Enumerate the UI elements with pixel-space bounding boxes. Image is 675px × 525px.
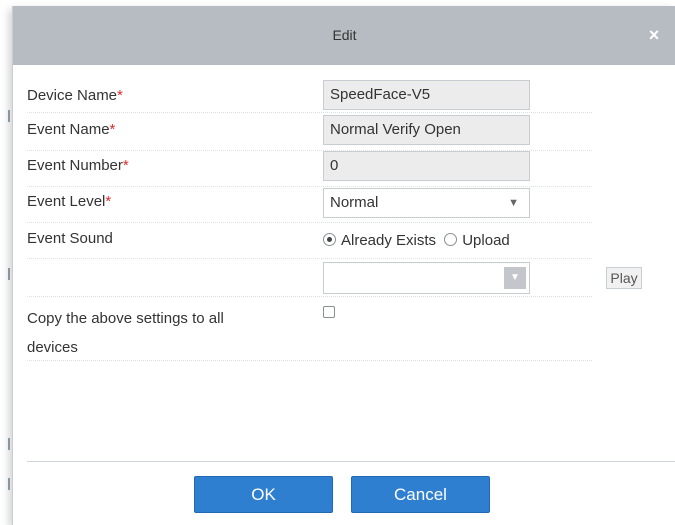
radio-upload-label: Upload — [462, 232, 510, 249]
event-level-label: Event Level* — [27, 193, 111, 210]
dialog-title: Edit — [332, 27, 357, 43]
background-tick — [8, 110, 10, 122]
dialog-titlebar: Edit × — [13, 6, 675, 65]
background-tick — [8, 268, 10, 280]
event-number-field[interactable]: 0 — [323, 151, 530, 181]
copy-settings-label-line1: Copy the above settings to all — [27, 310, 224, 327]
event-sound-radio-group: Already Exists Upload — [323, 229, 514, 253]
required-mark: * — [109, 121, 116, 138]
event-number-label-text: Event Number — [27, 157, 123, 174]
event-level-value: Normal — [330, 194, 379, 211]
event-sound-label: Event Sound — [27, 230, 113, 247]
required-mark: * — [117, 87, 123, 104]
close-icon[interactable]: × — [646, 26, 662, 44]
sound-file-select[interactable]: ▼ — [323, 262, 530, 294]
copy-settings-label: Copy the above settings to all devices — [27, 304, 224, 362]
copy-settings-checkbox[interactable] — [323, 306, 335, 318]
chevron-down-icon: ▼ — [508, 197, 519, 209]
chevron-down-icon: ▼ — [504, 267, 526, 289]
event-name-label: Event Name* — [27, 121, 115, 138]
event-number-label: Event Number* — [27, 157, 129, 174]
radio-unchecked-icon — [444, 233, 458, 246]
device-name-label-text: Device Name — [27, 87, 118, 104]
radio-already-exists-label: Already Exists — [341, 232, 437, 249]
event-level-label-text: Event Level — [27, 193, 106, 210]
cancel-button[interactable]: Cancel — [351, 476, 490, 513]
play-button[interactable]: Play — [606, 267, 642, 289]
radio-already-exists[interactable]: Already Exists — [323, 232, 436, 249]
event-name-field[interactable]: Normal Verify Open — [323, 115, 530, 145]
device-name-field[interactable]: SpeedFace-V5 — [323, 80, 530, 110]
copy-settings-label-line2: devices — [27, 339, 78, 356]
required-mark: * — [105, 193, 112, 210]
radio-upload[interactable]: Upload — [444, 232, 510, 249]
edit-dialog: Edit × Device Name* SpeedFace-V5 Event N… — [12, 6, 675, 525]
background-tick — [8, 438, 10, 450]
required-mark: * — [122, 157, 129, 174]
device-name-label: Device Name* — [27, 87, 123, 104]
radio-checked-icon — [323, 233, 336, 246]
ok-button[interactable]: OK — [194, 476, 333, 513]
background-page-edge — [0, 0, 10, 525]
event-level-select[interactable]: Normal ▼ — [323, 188, 530, 218]
footer-divider — [27, 461, 675, 462]
background-tick — [8, 478, 10, 490]
event-name-label-text: Event Name — [27, 121, 110, 138]
